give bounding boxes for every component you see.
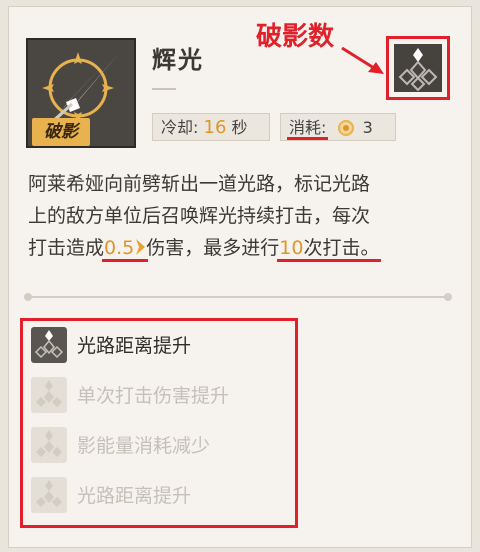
name-divider <box>152 88 176 90</box>
upgrade-diamond-icon <box>31 327 67 363</box>
cooldown-unit: 秒 <box>231 118 248 137</box>
upgrade-diamond-icon <box>31 377 67 413</box>
cooldown-chip: 冷却: 16 秒 <box>152 113 270 141</box>
description-text: 次打击。 <box>303 237 380 259</box>
hit-count: 10次打击。 <box>279 237 379 259</box>
annotation-arrow-icon <box>341 46 384 74</box>
break-count-annotation: 破影数 <box>256 22 335 52</box>
hit-count-value: 10 <box>279 237 304 259</box>
damage-multiplier-value: 0.5 <box>104 237 135 259</box>
damage-multiplier: 0.5 <box>104 237 146 259</box>
break-tag: 破影 <box>32 118 90 146</box>
description-line: 打击造成0.5 伤害，最多进行10次打击。 <box>28 232 448 264</box>
upgrade-label: 光路距离提升 <box>77 485 192 507</box>
diamond-cluster-icon <box>398 48 438 92</box>
description-text: 打击造成 <box>28 237 105 259</box>
cost-label: 消耗: <box>289 118 327 137</box>
break-count-badge[interactable] <box>386 36 450 100</box>
upgrade-list: 光路距离提升 单次打击伤害提升 影能量消耗减少 光路距离提升 <box>20 318 298 528</box>
upgrade-label: 光路距离提升 <box>77 335 192 357</box>
description-line: 阿莱希娅向前劈斩出一道光路，标记光路 <box>28 173 371 195</box>
upgrade-diamond-icon <box>31 427 67 463</box>
cooldown-value: 16 <box>203 117 227 138</box>
cost-value: 3 <box>362 118 373 137</box>
description-line: 上的敌方单位后召唤辉光持续打击，每次 <box>28 205 371 227</box>
upgrade-label: 单次打击伤害提升 <box>77 385 230 407</box>
description-text: 伤害，最多进行 <box>146 237 280 259</box>
skill-name: 辉光 <box>152 46 204 74</box>
shadow-energy-icon <box>337 119 354 136</box>
upgrade-label: 影能量消耗减少 <box>77 435 211 457</box>
upgrade-diamond-icon <box>31 477 67 513</box>
section-divider <box>24 293 452 301</box>
cost-chip: 消耗: 3 <box>280 113 396 141</box>
skill-description: 阿莱希娅向前劈斩出一道光路，标记光路 上的敌方单位后召唤辉光持续打击，每次 打击… <box>28 168 448 264</box>
cooldown-label: 冷却: <box>161 118 199 137</box>
attack-scaling-icon <box>136 239 146 255</box>
